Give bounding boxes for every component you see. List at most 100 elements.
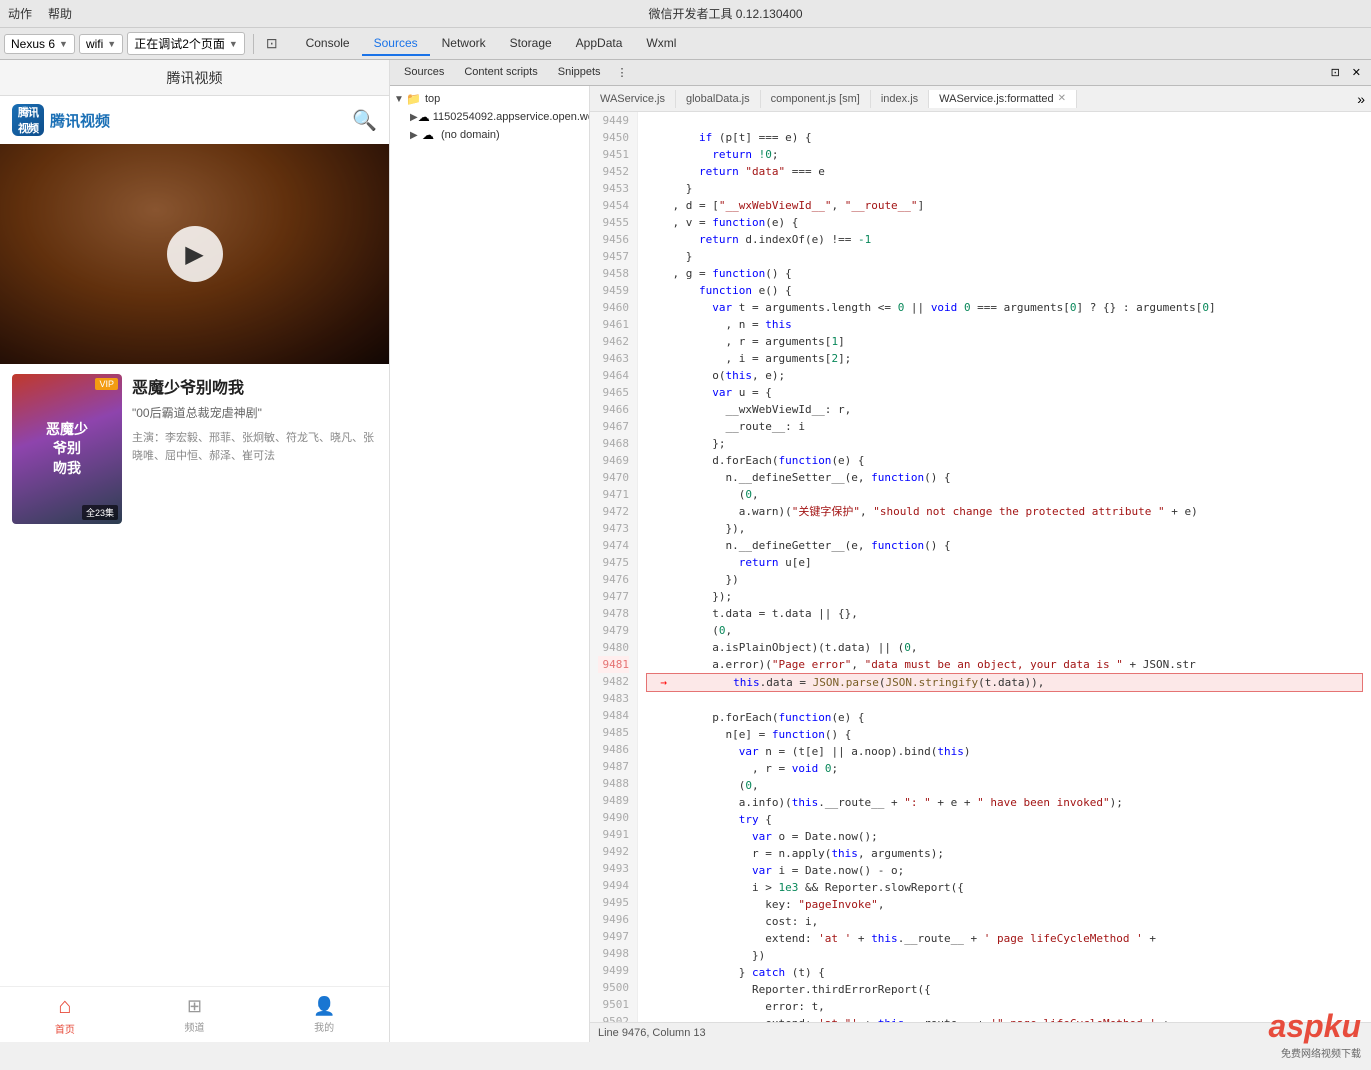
- tab-storage[interactable]: Storage: [498, 32, 564, 56]
- menu-bar: 动作 帮助 微信开发者工具 0.12.130400: [0, 0, 1371, 28]
- code-tab-index[interactable]: index.js: [871, 90, 929, 108]
- tab-network[interactable]: Network: [430, 32, 498, 56]
- thumb-text: 恶魔少 爷别 吻我: [46, 420, 88, 479]
- tab-console[interactable]: Console: [294, 32, 362, 56]
- watermark-sub: 免费网络视频下载: [1281, 1045, 1361, 1060]
- tabs-more-icon[interactable]: »: [1351, 91, 1371, 107]
- toolbar: Nexus 6 ▼ wifi ▼ 正在调试2个页面 ▼ ⊡ Console So…: [0, 28, 1371, 60]
- play-button[interactable]: ▶: [167, 226, 223, 282]
- tree-icon-top: 📁: [406, 92, 422, 106]
- home-icon: ⌂: [58, 993, 71, 1019]
- device-label: Nexus 6: [11, 37, 55, 51]
- devtools-inspect-icon[interactable]: ⊡: [266, 35, 278, 52]
- video-card: 恶魔少 爷别 吻我 VIP 全23集 恶魔少爷别吻我 "00后霸道总裁宠虐神剧"…: [0, 364, 389, 534]
- code-editor[interactable]: 9449945094519452 9453945494559456 945794…: [590, 112, 1371, 1022]
- video-thumbnail[interactable]: 恶魔少 爷别 吻我 VIP 全23集: [12, 374, 122, 524]
- close-tab-icon[interactable]: ✕: [1058, 93, 1066, 104]
- devtools-body: ▼ 📁 top ▶ ☁ 1150254092.appservice.open.w…: [390, 86, 1371, 1042]
- sources-sidebar: ▼ 📁 top ▶ ☁ 1150254092.appservice.open.w…: [390, 86, 590, 1042]
- video-header: 腾讯视频 腾讯视频 🔍: [0, 96, 389, 144]
- close-devtools-icon[interactable]: ✕: [1346, 64, 1367, 81]
- toolbar-separator: [253, 34, 254, 54]
- dt-tab-snippets[interactable]: Snippets: [548, 64, 611, 82]
- episode-count-badge: 全23集: [82, 505, 118, 520]
- search-icon[interactable]: 🔍: [352, 108, 377, 133]
- watermark-main: aspku: [1269, 1008, 1361, 1045]
- logo-icon: 腾讯视频: [12, 104, 44, 136]
- thumb-image: 恶魔少 爷别 吻我: [12, 374, 122, 524]
- bottom-nav: ⌂ 首页 ⊞ 频道 👤 我的: [0, 986, 389, 1042]
- chevron-nodomain: ▶: [410, 130, 422, 141]
- video-hero: ▶: [0, 144, 389, 364]
- nav-home[interactable]: ⌂ 首页: [0, 987, 130, 1042]
- app-title: 腾讯视频: [167, 68, 223, 88]
- video-info: 恶魔少爷别吻我 "00后霸道总裁宠虐神剧" 主演：李宏毅、邢菲、张炯敏、符龙飞、…: [132, 374, 377, 465]
- status-text: Line 9476, Column 13: [598, 1027, 706, 1039]
- page-selector[interactable]: 正在调试2个页面 ▼: [127, 32, 245, 55]
- tree-item-top[interactable]: ▼ 📁 top: [390, 90, 589, 108]
- code-tab-waservice[interactable]: WAService.js: [590, 90, 676, 108]
- label-appservice: 1150254092.appservice.open.weixin.qq.co.…: [433, 111, 590, 123]
- devtools-panel: Sources Content scripts Snippets ⋮ ⊡ ✕ ▼…: [390, 60, 1371, 1042]
- devtools-top-tabs: Sources Content scripts Snippets ⋮ ⊡ ✕: [390, 60, 1371, 86]
- watermark: aspku 免费网络视频下载: [1269, 1008, 1361, 1060]
- page-label: 正在调试2个页面: [134, 35, 225, 52]
- app-content: 腾讯视频 腾讯视频 🔍 ▶ 恶魔少 爷别 吻我 VIP: [0, 96, 389, 986]
- nav-profile-label: 我的: [314, 1019, 334, 1034]
- code-tabs: WAService.js globalData.js component.js …: [590, 86, 1371, 112]
- channel-icon: ⊞: [187, 996, 202, 1017]
- code-area: WAService.js globalData.js component.js …: [590, 86, 1371, 1042]
- tree-label-top: top: [425, 93, 440, 105]
- device-selector[interactable]: Nexus 6 ▼: [4, 34, 75, 54]
- code-tab-index-label: index.js: [881, 93, 918, 105]
- code-tab-formatted-label: WAService.js:formatted: [939, 93, 1054, 105]
- icon-nodomain: ☁: [422, 128, 438, 142]
- nav-profile[interactable]: 👤 我的: [259, 987, 389, 1042]
- main-area: 腾讯视频 腾讯视频 腾讯视频 🔍 ▶: [0, 60, 1371, 1042]
- sources-tree: ▼ 📁 top ▶ ☁ 1150254092.appservice.open.w…: [390, 86, 589, 148]
- menu-item-help[interactable]: 帮助: [48, 5, 72, 22]
- code-tab-globaldata-label: globalData.js: [686, 93, 750, 105]
- dt-tab-more-icon[interactable]: ⋮: [611, 64, 634, 81]
- video-desc: "00后霸道总裁宠虐神剧": [132, 404, 377, 422]
- line-numbers: 9449945094519452 9453945494559456 945794…: [590, 112, 638, 1022]
- code-tab-component-label: component.js [sm]: [771, 93, 860, 105]
- tree-item-appservice[interactable]: ▶ ☁ 1150254092.appservice.open.weixin.qq…: [390, 108, 589, 126]
- window-title: 微信开发者工具 0.12.130400: [648, 5, 802, 22]
- code-tab-globaldata[interactable]: globalData.js: [676, 90, 761, 108]
- left-panel: 腾讯视频 腾讯视频 腾讯视频 🔍 ▶: [0, 60, 390, 1042]
- video-cast: 主演：李宏毅、邢菲、张炯敏、符龙飞、晓凡、张晓唯、屈中恒、郝泽、崔可法: [132, 430, 377, 465]
- profile-icon: 👤: [313, 996, 335, 1017]
- vip-badge: VIP: [95, 378, 118, 390]
- chevron-appservice: ▶: [410, 112, 418, 123]
- status-bar: Line 9476, Column 13: [590, 1022, 1371, 1042]
- tab-wxml[interactable]: Wxml: [634, 32, 688, 56]
- app-logo: 腾讯视频 腾讯视频: [12, 104, 110, 136]
- network-label: wifi: [86, 37, 103, 51]
- device-chevron-icon: ▼: [59, 39, 68, 49]
- app-title-bar: 腾讯视频: [0, 60, 389, 96]
- tree-chevron-top: ▼: [394, 94, 406, 105]
- app-logo-text: 腾讯视频: [50, 110, 110, 131]
- nav-channel[interactable]: ⊞ 频道: [130, 987, 260, 1042]
- tab-appdata[interactable]: AppData: [564, 32, 635, 56]
- code-tab-component[interactable]: component.js [sm]: [761, 90, 871, 108]
- network-chevron-icon: ▼: [107, 39, 116, 49]
- tree-item-nodomain[interactable]: ▶ ☁ (no domain): [390, 126, 589, 144]
- icon-cloud: ☁: [418, 110, 430, 124]
- expand-icon[interactable]: ⊡: [1325, 64, 1346, 81]
- code-lines: if (p[t] === e) { return !0; return "dat…: [638, 112, 1371, 1022]
- nav-home-label: 首页: [55, 1021, 75, 1036]
- label-nodomain: (no domain): [441, 129, 500, 141]
- video-title[interactable]: 恶魔少爷别吻我: [132, 374, 377, 398]
- code-tab-waservice-formatted[interactable]: WAService.js:formatted ✕: [929, 90, 1077, 108]
- nav-channel-label: 频道: [185, 1019, 205, 1034]
- devtools-tabs: Console Sources Network Storage AppData …: [294, 32, 689, 56]
- dt-tab-content-scripts[interactable]: Content scripts: [454, 64, 547, 82]
- code-tab-waservice-label: WAService.js: [600, 93, 665, 105]
- hero-overlay: ▶: [0, 144, 389, 364]
- menu-item-action[interactable]: 动作: [8, 5, 32, 22]
- network-selector[interactable]: wifi ▼: [79, 34, 123, 54]
- dt-tab-sources[interactable]: Sources: [394, 64, 454, 82]
- tab-sources[interactable]: Sources: [362, 32, 430, 56]
